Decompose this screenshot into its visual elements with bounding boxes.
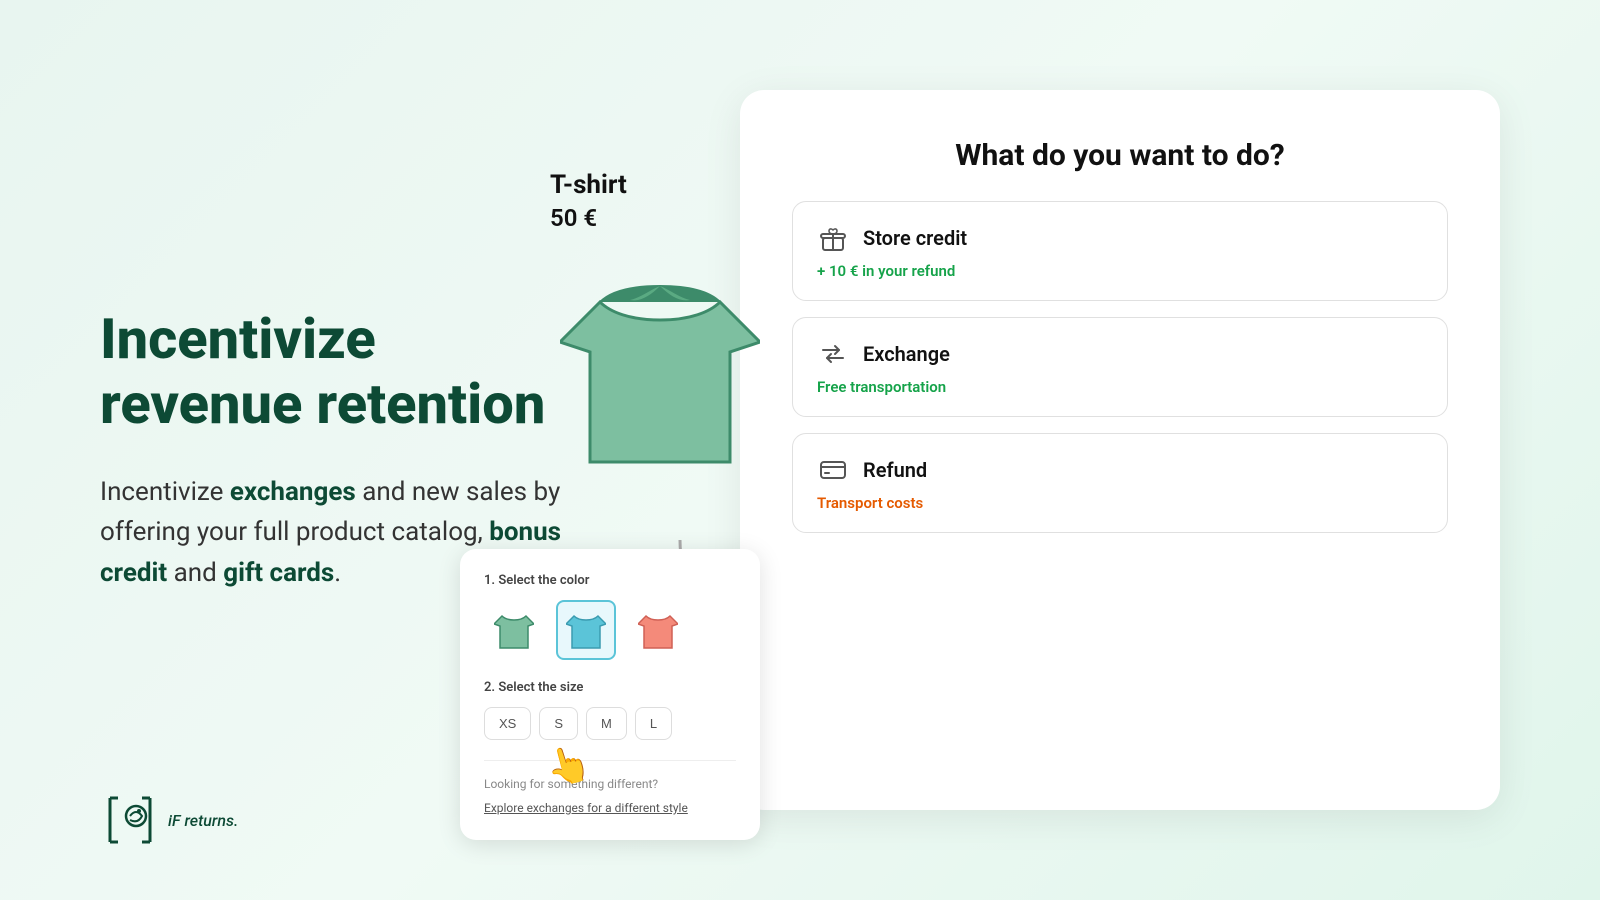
right-panel: T-shirt 50 € — [640, 50, 1600, 850]
option-header-refund: Refund — [817, 454, 1423, 486]
options-title: What do you want to do? — [792, 138, 1448, 173]
size-l[interactable]: L — [635, 707, 672, 740]
product-name: T-shirt — [550, 170, 770, 200]
option-header-exchange: Exchange — [817, 338, 1423, 370]
tshirt-main — [550, 252, 770, 492]
color-blue[interactable]: 👆 — [556, 600, 616, 660]
store-credit-badge: + 10 € in your refund — [817, 262, 1423, 280]
main-title: Incentivize revenue retention — [100, 307, 580, 436]
options-section: What do you want to do? Store credit + 1… — [792, 138, 1448, 549]
exchange-badge: Free transportation — [817, 378, 1423, 396]
option-title-refund: Refund — [863, 458, 927, 482]
refund-badge: Transport costs — [817, 494, 1423, 512]
logo-area: iF returns. — [100, 790, 238, 850]
credit-card-icon — [817, 454, 849, 486]
size-label: 2. Select the size — [484, 680, 736, 695]
option-store-credit[interactable]: Store credit + 10 € in your refund — [792, 201, 1448, 301]
option-exchange[interactable]: Exchange Free transportation — [792, 317, 1448, 417]
exchange-icon — [817, 338, 849, 370]
product-price: 50 € — [550, 204, 770, 232]
product-info: T-shirt 50 € — [550, 170, 770, 232]
logo-icon — [100, 790, 160, 850]
color-coral[interactable] — [628, 600, 688, 660]
main-card: T-shirt 50 € — [740, 90, 1500, 810]
color-label: 1. Select the color — [484, 573, 736, 588]
gift-icon — [817, 222, 849, 254]
size-m[interactable]: M — [586, 707, 627, 740]
logo-text: iF returns. — [168, 811, 238, 830]
looking-section: Looking for something different? Explore… — [484, 760, 736, 816]
color-green[interactable] — [484, 600, 544, 660]
explore-link[interactable]: Explore exchanges for a different style — [484, 801, 688, 815]
option-title-exchange: Exchange — [863, 342, 950, 366]
product-section: T-shirt 50 € — [550, 170, 770, 492]
option-refund[interactable]: Refund Transport costs — [792, 433, 1448, 533]
size-s[interactable]: S — [539, 707, 578, 740]
size-xs[interactable]: XS — [484, 707, 531, 740]
size-options: XS S M L — [484, 707, 736, 740]
selection-popup: 1. Select the color 👆 — [460, 549, 760, 840]
option-title-credit: Store credit — [863, 226, 967, 250]
looking-text: Looking for something different? — [484, 777, 736, 791]
color-options: 👆 — [484, 600, 736, 660]
option-header-credit: Store credit — [817, 222, 1423, 254]
